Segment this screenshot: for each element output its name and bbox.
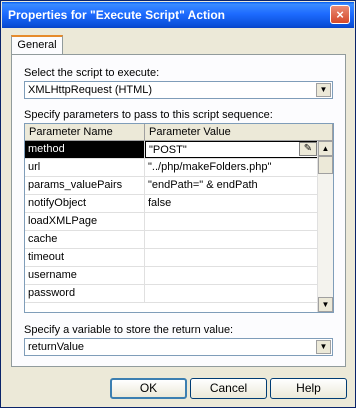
param-value[interactable] bbox=[145, 213, 319, 230]
param-name: method bbox=[25, 141, 145, 158]
param-value-input[interactable]: "POST" bbox=[145, 141, 319, 158]
parameters-grid: Parameter Name Parameter Value method "P… bbox=[24, 123, 334, 313]
param-name: url bbox=[25, 159, 145, 176]
table-row[interactable]: timeout bbox=[25, 249, 319, 267]
script-select[interactable]: XMLHttpRequest (HTML) ▼ bbox=[24, 81, 333, 99]
param-value[interactable]: false bbox=[145, 195, 319, 212]
param-name: cache bbox=[25, 231, 145, 248]
return-variable-label: Specify a variable to store the return v… bbox=[24, 324, 234, 336]
param-value[interactable] bbox=[145, 267, 319, 284]
close-button[interactable]: × bbox=[330, 5, 350, 24]
window-title: Properties for "Execute Script" Action bbox=[8, 8, 225, 22]
chevron-down-icon[interactable]: ▼ bbox=[316, 83, 331, 97]
return-variable-value: returnValue bbox=[28, 341, 85, 353]
column-header-value[interactable]: Parameter Value bbox=[145, 124, 333, 141]
table-row[interactable]: notifyObject false bbox=[25, 195, 319, 213]
scroll-up-icon[interactable]: ▲ bbox=[318, 141, 333, 156]
param-value[interactable] bbox=[145, 285, 319, 302]
table-row[interactable]: url "../php/makeFolders.php" bbox=[25, 159, 319, 177]
parameters-label: Specify parameters to pass to this scrip… bbox=[24, 109, 273, 121]
param-name: username bbox=[25, 267, 145, 284]
param-value[interactable]: "endPath=" & endPath bbox=[145, 177, 319, 194]
table-row[interactable]: username bbox=[25, 267, 319, 285]
table-row[interactable]: password bbox=[25, 285, 319, 303]
edit-icon[interactable]: ✎ bbox=[299, 142, 317, 156]
script-label: Select the script to execute: bbox=[24, 67, 160, 79]
script-select-value: XMLHttpRequest (HTML) bbox=[28, 84, 153, 96]
vertical-scrollbar[interactable]: ▲ ▼ bbox=[317, 141, 333, 312]
title-bar[interactable]: Properties for "Execute Script" Action × bbox=[2, 2, 354, 28]
table-row[interactable]: cache bbox=[25, 231, 319, 249]
table-row[interactable]: params_valuePairs "endPath=" & endPath bbox=[25, 177, 319, 195]
param-name: password bbox=[25, 285, 145, 302]
help-button[interactable]: Help bbox=[270, 378, 347, 399]
param-name: loadXMLPage bbox=[25, 213, 145, 230]
ok-button[interactable]: OK bbox=[110, 378, 187, 399]
tab-general[interactable]: General bbox=[11, 35, 63, 55]
param-name: notifyObject bbox=[25, 195, 145, 212]
table-row[interactable]: method "POST" ✎ bbox=[25, 141, 319, 159]
column-header-name[interactable]: Parameter Name bbox=[25, 124, 145, 141]
scroll-thumb[interactable] bbox=[318, 156, 333, 174]
param-value[interactable]: "../php/makeFolders.php" bbox=[145, 159, 319, 176]
param-name: timeout bbox=[25, 249, 145, 266]
return-variable-select[interactable]: returnValue ▼ bbox=[24, 338, 333, 356]
scroll-down-icon[interactable]: ▼ bbox=[318, 297, 333, 312]
table-row[interactable]: loadXMLPage bbox=[25, 213, 319, 231]
param-name: params_valuePairs bbox=[25, 177, 145, 194]
dialog-window: Properties for "Execute Script" Action ×… bbox=[0, 0, 356, 408]
param-value[interactable] bbox=[145, 231, 319, 248]
param-value[interactable] bbox=[145, 249, 319, 266]
chevron-down-icon[interactable]: ▼ bbox=[316, 340, 331, 354]
cancel-button[interactable]: Cancel bbox=[190, 378, 267, 399]
